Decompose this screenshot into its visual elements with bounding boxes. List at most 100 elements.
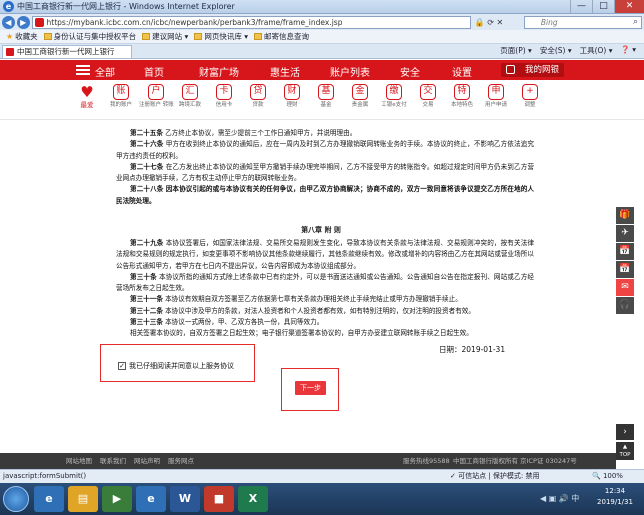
- start-button[interactable]: [3, 486, 29, 512]
- main-nav: 全部 首页 财富广场 惠生活 账户列表 安全 设置 我的网银: [0, 60, 644, 80]
- shortcut-trade[interactable]: 交 交易: [411, 84, 445, 109]
- excel-taskbar-icon[interactable]: X: [238, 486, 268, 512]
- clause: 相关签署本协议的，自双方签署之日起生效；电子银行渠道签署本协议的，自甲方办妥建立…: [130, 329, 473, 338]
- fund-icon: 基: [318, 84, 334, 100]
- search-icon[interactable]: ⌕: [633, 17, 638, 28]
- shortcut-loan[interactable]: 贷 贷款: [241, 84, 275, 109]
- nav-accounts[interactable]: 账户列表: [330, 64, 370, 79]
- search-input[interactable]: Bing ⌕: [523, 15, 642, 29]
- my-bank-button[interactable]: 我的网银: [501, 63, 564, 77]
- footer-icp: 京ICP证 030247号: [520, 457, 577, 465]
- nav-home[interactable]: 首页: [144, 64, 164, 79]
- footer-branches-link[interactable]: 服务网点: [168, 453, 194, 469]
- shortcut-local-feature[interactable]: 特 本地特色: [445, 84, 479, 109]
- credit-card-icon: 卡: [216, 84, 232, 100]
- help-menu[interactable]: ❓ ▾: [621, 45, 637, 56]
- shortcut-cross-border[interactable]: 汇 跨境汇款: [173, 84, 207, 109]
- send-icon[interactable]: ✈: [616, 225, 634, 242]
- clause: 第三十一条 本协议有效期自双方签署至乙方依据第七章有关条款办理相关终止手续完结止…: [130, 295, 462, 304]
- clause: 第三十二条 本协议中涉及甲方的条款，对法人投资者和个人投资者都有效，如有特别注明…: [130, 306, 475, 315]
- favorite-link-mail[interactable]: 邮寄信息查询: [253, 31, 309, 42]
- agree-checkbox[interactable]: ✓: [118, 362, 126, 370]
- zoom-level[interactable]: 🔍 100%: [592, 470, 623, 483]
- folder-taskbar-icon[interactable]: ▤: [68, 486, 98, 512]
- wealth-icon: 财: [284, 84, 300, 100]
- footer-copyright: 中国工商银行版权所有: [453, 457, 518, 465]
- minimize-button[interactable]: —: [570, 0, 592, 13]
- forward-button[interactable]: ▶: [16, 15, 30, 29]
- gift-icon[interactable]: 🎁: [616, 207, 634, 224]
- clause: 第二十八条 因本协议引起的或与本协议有关的任何争议，由甲乙双方协商解决；协商不成…: [116, 185, 534, 205]
- agree-highlight: ✓ 我已仔细阅读并同意以上服务协议: [100, 344, 255, 382]
- media-taskbar-icon[interactable]: ▶: [102, 486, 132, 512]
- agreement-terms-top: 第二十五条 乙方终止本协议，需至少提前三个工作日通知甲方，并说明理由。 第二十六…: [116, 128, 534, 207]
- favorite-link-webslice[interactable]: 网页快讯库 ▾: [194, 31, 248, 42]
- page-menu[interactable]: 页面(P) ▾: [500, 45, 532, 56]
- shortcut-favorite[interactable]: ♥ 最爱: [70, 84, 104, 109]
- site-footer: 网站地图 联系我们 网站声明 服务网点 服务热线95588 中国工商银行版权所有…: [0, 453, 616, 469]
- mail-icon[interactable]: ✉: [616, 279, 634, 296]
- favorites-button[interactable]: ★ 收藏夹: [6, 31, 38, 42]
- back-button[interactable]: ◀: [2, 15, 15, 29]
- app-taskbar-icon[interactable]: ■: [204, 486, 234, 512]
- nav-settings[interactable]: 设置: [452, 64, 472, 79]
- shortcut-my-account[interactable]: 账 我的账户: [104, 84, 138, 109]
- agreement-terms-bottom: 第二十九条 本协议签署后，如国家法律法规、交易所交易规则发生变化，导致本协议有关…: [116, 238, 534, 340]
- next-button[interactable]: 下一步: [295, 381, 326, 395]
- precious-metal-icon: 金: [352, 84, 368, 100]
- shortcut-fund[interactable]: 基 基金: [309, 84, 343, 109]
- safety-menu[interactable]: 安全(S) ▾: [540, 45, 572, 56]
- page-icon: [253, 33, 262, 40]
- shortcut-precious-metal[interactable]: 金 贵金属: [343, 84, 377, 109]
- schedule-icon[interactable]: 📅: [616, 261, 634, 278]
- cross-border-remit-icon: 汇: [182, 84, 198, 100]
- shortcut-credit-card[interactable]: 卡 信用卡: [207, 84, 241, 109]
- shortcut-user-apply[interactable]: 申 用户申请: [479, 84, 513, 109]
- url-text: https://mybank.icbc.com.cn/icbc/newperba…: [46, 17, 343, 27]
- nav-life[interactable]: 惠生活: [270, 64, 300, 79]
- shortcut-wealth[interactable]: 财 理财: [275, 84, 309, 109]
- tools-menu[interactable]: 工具(O) ▾: [580, 45, 613, 56]
- clause: 第三十条 本协议所指的通知方式除上述条款中已有约定外，可以是书面送达通知或公告通…: [116, 272, 534, 293]
- bag-icon: [506, 65, 515, 74]
- footer-statement-link[interactable]: 网站声明: [134, 453, 160, 469]
- trade-icon: 交: [420, 84, 436, 100]
- tray-icons[interactable]: ◀ ▣ 🔊 中: [540, 493, 579, 504]
- shortcut-e-pay[interactable]: 缴 工银e支付: [377, 84, 411, 109]
- shortcut-registered-transfer[interactable]: 户 注册账户 转账: [139, 84, 174, 109]
- chapter-title: 第八章 附 则: [301, 226, 341, 234]
- ie-taskbar-icon[interactable]: e: [34, 486, 64, 512]
- nav-security[interactable]: 安全: [400, 64, 420, 79]
- next-highlight: 下一步: [281, 368, 339, 411]
- clock[interactable]: 12:34 2019/1/31: [590, 486, 640, 508]
- lock-icon[interactable]: 🔒: [475, 18, 485, 27]
- url-input[interactable]: https://mybank.icbc.com.cn/icbc/newperba…: [31, 15, 471, 29]
- footer-contact-link[interactable]: 联系我们: [100, 453, 126, 469]
- window-titlebar: e 中国工商银行新一代网上银行 - Windows Internet Explo…: [0, 0, 644, 14]
- floating-toolbar: 🎁 ✈ 📅 📅 ✉ 🎧: [616, 207, 634, 315]
- menu-icon[interactable]: [76, 65, 90, 75]
- favorite-link-suggested[interactable]: 建议网站 ▾: [142, 31, 188, 42]
- refresh-icon[interactable]: ⟳: [487, 18, 496, 27]
- nav-all[interactable]: 全部: [95, 64, 115, 79]
- window-controls: — □ ✕: [570, 0, 644, 13]
- word-taskbar-icon[interactable]: W: [170, 486, 200, 512]
- maximize-button[interactable]: □: [592, 0, 614, 13]
- ie-taskbar-icon-2[interactable]: e: [136, 486, 166, 512]
- site-favicon-icon: [34, 17, 44, 27]
- shortcut-adjust[interactable]: + 调整: [513, 84, 547, 109]
- footer-sitemap-link[interactable]: 网站地图: [66, 453, 92, 469]
- close-button[interactable]: ✕: [614, 0, 644, 13]
- page-icon: [142, 33, 151, 40]
- tab-icbc[interactable]: 中国工商银行新一代网上银行: [2, 45, 132, 58]
- nav-wealth[interactable]: 财富广场: [199, 64, 239, 79]
- headset-icon[interactable]: 🎧: [616, 297, 634, 314]
- shortcut-strip: ♥ 最爱 账 我的账户 户 注册账户 转账 汇 跨境汇款 卡 信用卡 贷 贷款 …: [0, 80, 644, 120]
- favorite-link-auth[interactable]: 身份认证与集中授权平台: [43, 31, 136, 42]
- collapse-arrow-icon[interactable]: ›: [616, 424, 634, 440]
- agree-checkbox-label[interactable]: 我已仔细阅读并同意以上服务协议: [129, 361, 234, 371]
- status-link-text: javascript:formSubmit(): [3, 472, 87, 480]
- back-to-top-button[interactable]: ▲ TOP: [616, 442, 634, 460]
- calendar-icon[interactable]: 📅: [616, 243, 634, 260]
- stop-icon[interactable]: ✕: [497, 18, 504, 27]
